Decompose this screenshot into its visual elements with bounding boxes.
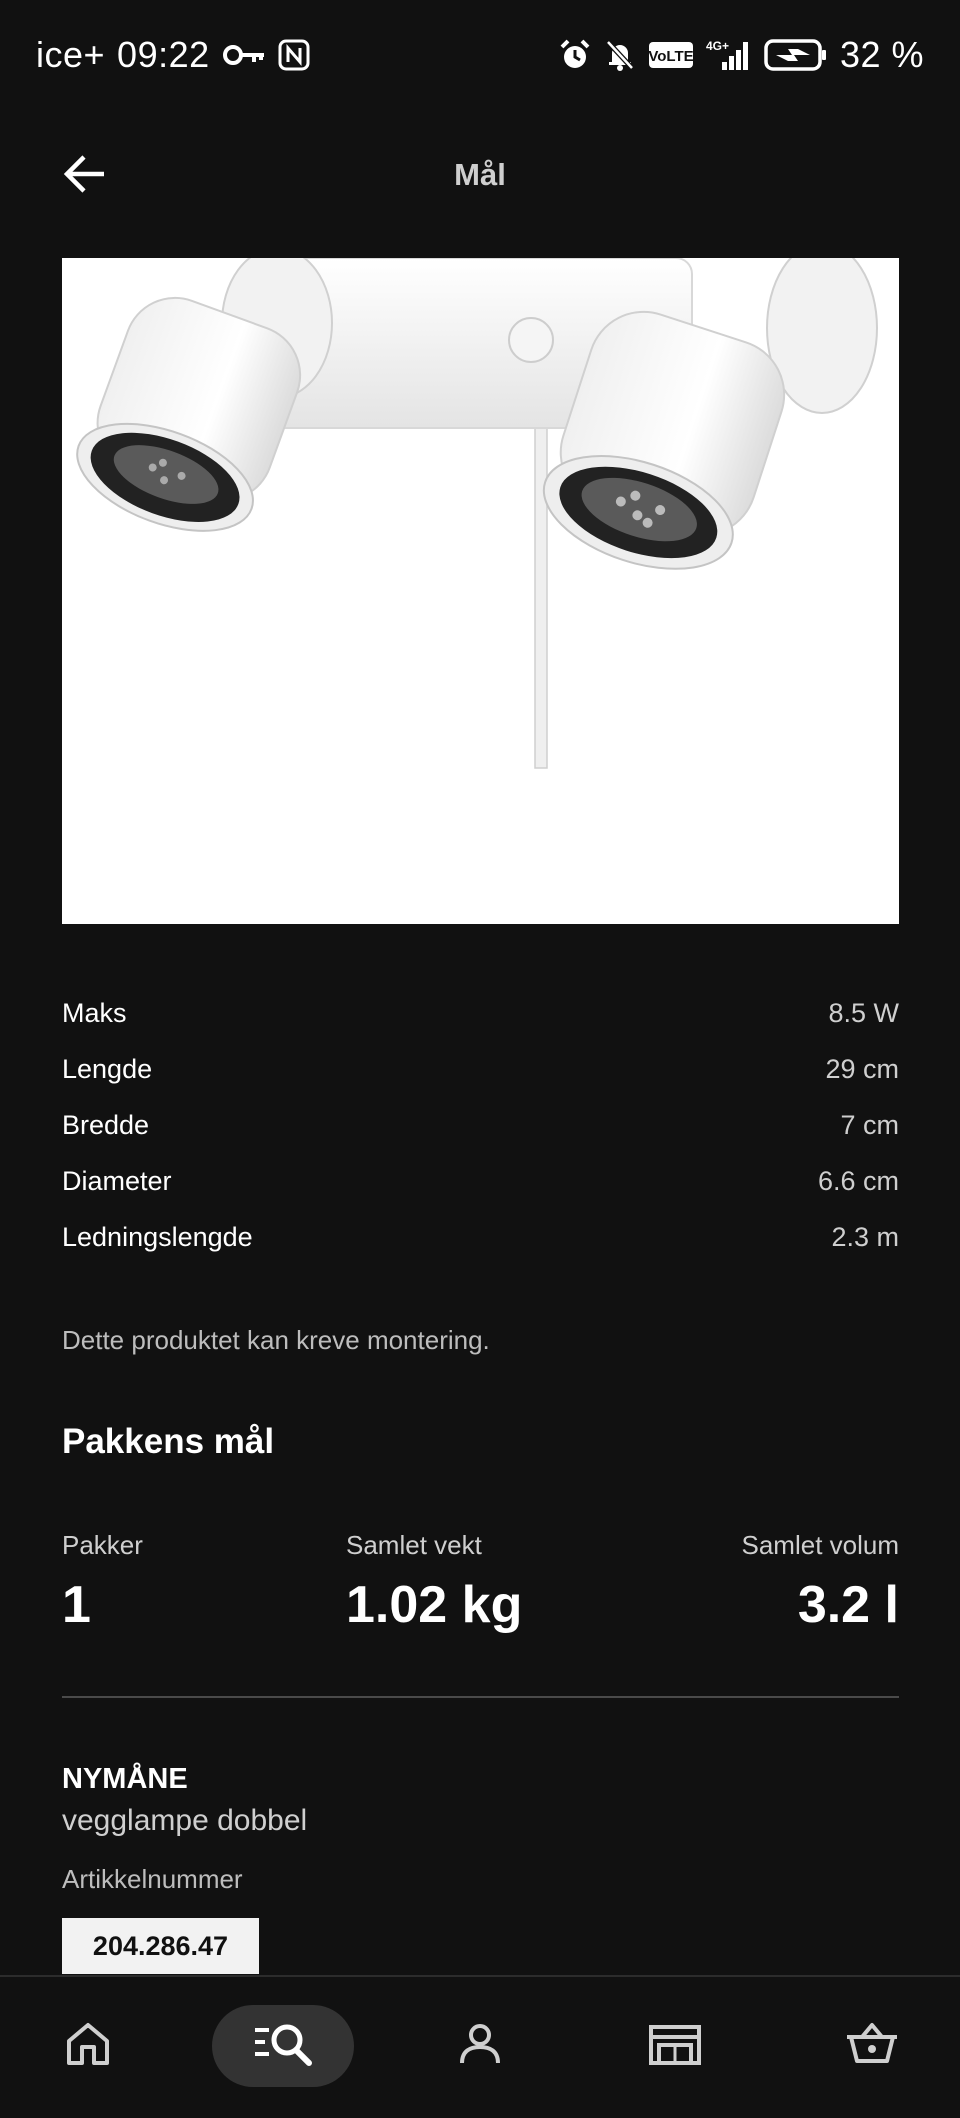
profile-icon (455, 2019, 505, 2074)
package-count-value: 1 (62, 1576, 91, 1634)
package-volume-label: Samlet volum (741, 1530, 900, 1560)
status-bar-left: ice+ 09:22 (36, 34, 310, 76)
nfc-icon (278, 39, 310, 71)
signal-4g-icon: 4G+ (706, 38, 752, 72)
spec-row: Lengde 29 cm (62, 1041, 899, 1097)
divider (62, 1696, 899, 1698)
volte-icon: VoLTE (648, 40, 694, 70)
vpn-key-icon (222, 42, 266, 68)
battery-charging-icon (764, 38, 828, 72)
spec-label: Maks (62, 997, 127, 1028)
spec-label: Ledningslengde (62, 1221, 253, 1252)
assembly-note: Dette produktet kan kreve montering. (62, 1325, 490, 1355)
page-title: Mål (454, 157, 506, 192)
arrow-left-icon (62, 154, 106, 199)
spec-value: 7 cm (840, 1109, 899, 1140)
nav-profile[interactable] (425, 2005, 535, 2087)
mute-bell-icon (604, 38, 636, 72)
article-number-badge: 204.286.47 (62, 1918, 259, 1974)
cart-icon (844, 2019, 900, 2074)
spec-row: Diameter 6.6 cm (62, 1153, 899, 1209)
spec-value: 6.6 cm (817, 1165, 899, 1196)
clock: 09:22 (117, 34, 210, 75)
spec-value: 29 cm (825, 1053, 899, 1084)
alarm-icon (558, 38, 592, 72)
search-icon (253, 2019, 313, 2074)
nav-cart[interactable] (817, 2005, 927, 2087)
package-info: Pakker 1 Samlet vekt 1.02 kg Samlet volu… (62, 1530, 899, 1640)
app-header: Mål (0, 130, 960, 220)
package-weight-value: 1.02 kg (346, 1576, 523, 1634)
svg-text:4G+: 4G+ (706, 39, 729, 53)
nav-store[interactable] (620, 2005, 730, 2087)
spec-list: Maks 8.5 W Lengde 29 cm Bredde 7 cm Diam… (62, 985, 899, 1265)
bottom-navigation (0, 1975, 960, 2118)
package-volume: Samlet volum 3.2 l (742, 1530, 900, 1635)
battery-percent: 32 % (839, 34, 924, 75)
nav-home[interactable] (33, 2005, 143, 2087)
package-weight: Samlet vekt 1.02 kg (346, 1530, 522, 1635)
package-count-label: Pakker (62, 1530, 143, 1560)
store-icon (647, 2019, 703, 2074)
article-number-label: Artikkelnummer (62, 1864, 243, 1894)
spec-row: Bredde 7 cm (62, 1097, 899, 1153)
spec-label: Lengde (62, 1053, 153, 1084)
spec-value: 2.3 m (831, 1221, 899, 1252)
spec-label: Bredde (62, 1109, 150, 1140)
back-button[interactable] (62, 146, 142, 206)
carrier-label: ice+ (36, 34, 106, 75)
product-description: vegglampe dobbel (62, 1804, 308, 1837)
status-bar-right: VoLTE 4G+ 32 % (558, 34, 924, 76)
spec-row: Maks 8.5 W (62, 985, 899, 1041)
home-icon (63, 2019, 113, 2074)
spec-value: 8.5 W (828, 997, 899, 1028)
package-volume-value: 3.2 l (797, 1576, 899, 1634)
package-count: Pakker 1 (62, 1530, 143, 1635)
svg-text:VoLTE: VoLTE (648, 48, 693, 65)
spec-row: Ledningslengde 2.3 m (62, 1209, 899, 1265)
dimensions-screen: ice+ 09:22 VoLTE 4G+ 32 % Mål Maks 8.5 W… (0, 0, 960, 2118)
product-image (62, 258, 899, 924)
nav-search[interactable] (212, 2005, 354, 2087)
package-section-title: Pakkens mål (62, 1422, 275, 1461)
product-name: NYMÅNE (62, 1763, 188, 1795)
spec-label: Diameter (62, 1165, 172, 1196)
status-bar: ice+ 09:22 VoLTE 4G+ 32 % (0, 0, 960, 110)
package-weight-label: Samlet vekt (346, 1530, 482, 1560)
